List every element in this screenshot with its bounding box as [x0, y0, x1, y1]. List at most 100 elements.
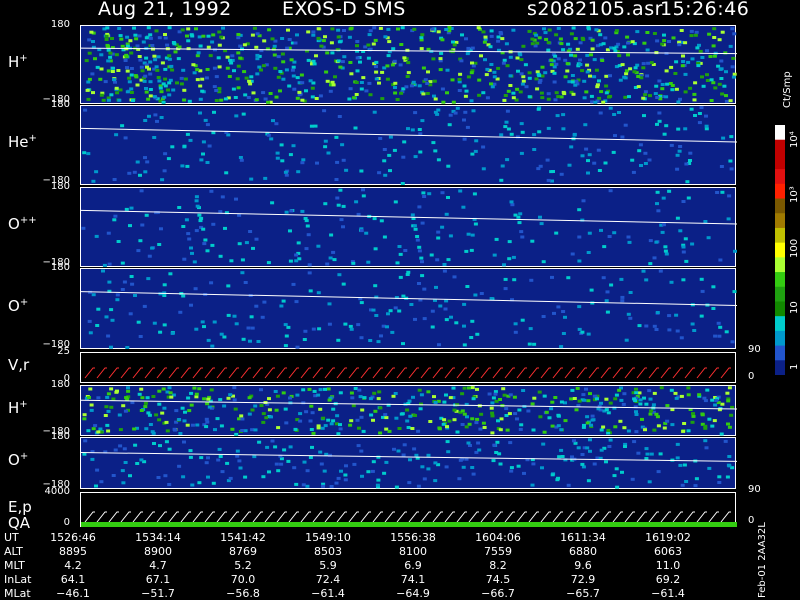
- row-value-ut: 1526:46: [50, 531, 96, 544]
- heat-cell: [139, 189, 144, 193]
- heat-cell: [620, 135, 625, 139]
- heat-cell: [635, 30, 640, 34]
- heat-cell: [465, 125, 470, 129]
- heat-cell: [537, 390, 542, 394]
- heat-cell: [155, 119, 159, 123]
- heat-cell: [566, 276, 571, 280]
- heat-cell: [587, 153, 592, 157]
- heat-cell: [382, 159, 387, 163]
- heat-cell: [655, 39, 660, 43]
- heat-cell: [397, 245, 402, 248]
- heat-cell: [244, 76, 249, 80]
- heat-cell: [536, 107, 541, 111]
- heat-cell: [197, 481, 202, 485]
- sawtooth-mark: [684, 511, 695, 523]
- heat-cell: [704, 446, 709, 450]
- heat-cell: [166, 88, 170, 92]
- panel-5-plot: [81, 386, 737, 436]
- row-value-alt: 8100: [399, 545, 427, 558]
- heat-cell: [114, 86, 119, 90]
- heat-cell: [496, 39, 501, 43]
- heat-cell: [152, 54, 157, 58]
- heat-cell: [339, 218, 344, 222]
- sawtooth-mark: [480, 511, 491, 523]
- heat-cell: [151, 395, 156, 398]
- sawtooth-mark: [372, 511, 383, 523]
- heat-cell: [399, 43, 404, 46]
- heat-cell: [254, 237, 259, 241]
- heat-cell: [295, 345, 300, 349]
- heat-cell: [680, 64, 685, 68]
- heat-cell: [495, 440, 500, 444]
- heat-cell: [503, 277, 508, 281]
- heat-cell: [442, 263, 447, 266]
- heat-cell: [160, 411, 165, 415]
- heat-cell: [727, 464, 732, 468]
- heat-cell: [95, 324, 100, 327]
- heat-cell: [164, 440, 169, 444]
- heat-cell: [465, 415, 469, 419]
- heat-cell: [726, 422, 730, 426]
- heat-cell: [658, 269, 663, 273]
- heat-cell: [359, 81, 364, 84]
- heat-cell: [369, 413, 374, 417]
- sawtooth-mark: [156, 367, 167, 379]
- sawtooth-mark: [612, 511, 623, 523]
- heat-cell: [669, 65, 674, 69]
- heat-cell: [457, 477, 462, 481]
- heat-cell: [217, 65, 222, 69]
- heat-cell: [586, 159, 590, 163]
- heat-cell: [89, 408, 94, 412]
- sawtooth-mark: [264, 511, 275, 523]
- heat-cell: [505, 428, 510, 432]
- heat-cell: [651, 403, 656, 407]
- sawtooth-mark: [420, 367, 431, 379]
- heat-cell: [655, 311, 660, 314]
- heat-cell: [309, 124, 314, 128]
- heat-cell: [216, 458, 221, 462]
- heat-cell: [563, 58, 568, 62]
- heat-cell: [247, 79, 252, 83]
- spin-phase-line: [81, 127, 737, 143]
- heat-cell: [410, 427, 415, 430]
- heat-cell: [336, 59, 341, 63]
- heat-cell: [720, 402, 725, 406]
- heat-cell: [674, 313, 679, 317]
- heat-cell: [156, 76, 161, 79]
- heat-cell: [649, 409, 654, 413]
- heat-cell: [641, 269, 646, 273]
- heat-cell: [148, 36, 153, 40]
- heat-cell: [163, 152, 168, 156]
- heat-cell: [129, 73, 134, 77]
- heat-cell: [726, 217, 731, 221]
- heat-cell: [118, 428, 123, 432]
- heat-cell: [471, 109, 476, 113]
- heat-cell: [460, 409, 465, 413]
- heat-cell: [678, 463, 683, 467]
- heat-cell: [460, 33, 464, 37]
- heat-cell: [460, 392, 465, 396]
- row-value-alt: 6880: [569, 545, 597, 558]
- heat-cell: [684, 162, 689, 166]
- heat-cell: [371, 460, 376, 464]
- sawtooth-mark: [516, 511, 527, 523]
- spin-phase-line: [81, 291, 737, 306]
- sawtooth-mark: [444, 367, 455, 379]
- heat-cell: [485, 96, 490, 100]
- heat-cell: [182, 144, 187, 148]
- heat-cell: [170, 145, 175, 149]
- heat-cell: [700, 56, 705, 59]
- heat-cell: [511, 255, 516, 259]
- heat-cell: [338, 65, 343, 69]
- heat-cell: [244, 241, 249, 245]
- heat-cell: [712, 54, 717, 58]
- heat-cell: [329, 485, 334, 488]
- sawtooth-mark: [300, 511, 311, 523]
- heat-cell: [665, 82, 670, 86]
- heat-cell: [383, 413, 388, 417]
- heat-cell: [387, 429, 392, 433]
- heat-cell: [344, 168, 349, 172]
- heat-cell: [599, 90, 604, 94]
- heat-cell: [123, 59, 128, 62]
- heat-cell: [710, 398, 715, 402]
